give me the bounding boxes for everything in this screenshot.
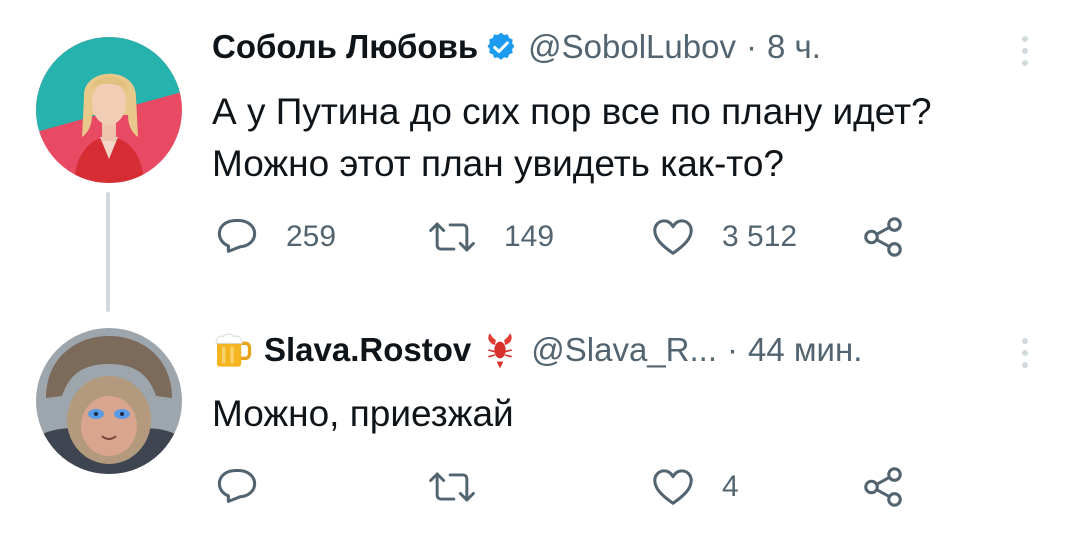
- share-icon: [864, 467, 902, 507]
- avatar-slava[interactable]: [36, 328, 182, 474]
- display-name[interactable]: Соболь Любовь: [212, 28, 478, 66]
- share-icon: [864, 217, 902, 257]
- more-options-icon[interactable]: [1022, 338, 1030, 374]
- tweet-text: А у Путина до сих пор все по плану идет?…: [212, 86, 1032, 190]
- retweet-count: 149: [504, 220, 555, 253]
- avatar-monkey-image: [36, 328, 182, 474]
- retweet-icon: [429, 472, 475, 502]
- separator-dot: ·: [727, 331, 738, 368]
- like-button[interactable]: 3 512: [650, 214, 797, 260]
- action-bar: 4: [0, 464, 1080, 512]
- user-handle[interactable]: @SobolLubov: [528, 28, 736, 66]
- action-bar: 259 149 3 512: [0, 214, 1080, 262]
- display-name[interactable]: Slava.Rostov: [264, 331, 471, 369]
- reply-button[interactable]: [214, 464, 286, 510]
- reply-icon: [217, 468, 257, 503]
- like-button[interactable]: 4: [650, 464, 739, 510]
- tweet-text-line: А у Путина до сих пор все по плану идет?: [212, 91, 932, 132]
- reply-button[interactable]: 259: [214, 214, 336, 260]
- more-options-icon[interactable]: [1022, 36, 1030, 72]
- tweet-original: Соболь Любовь @SobolLubov · 8 ч. А у Пут…: [0, 0, 1080, 312]
- share-button[interactable]: [860, 214, 906, 260]
- beer-mug-icon: [212, 330, 252, 370]
- reply-count: 259: [286, 220, 337, 253]
- heart-icon: [653, 219, 693, 255]
- user-handle[interactable]: @Slava_R...: [531, 331, 717, 369]
- tweet-header: Соболь Любовь @SobolLubov · 8 ч.: [212, 28, 821, 66]
- retweet-button[interactable]: [426, 464, 504, 510]
- heart-icon: [653, 469, 693, 505]
- avatar-portrait-image: [36, 37, 182, 183]
- retweet-button[interactable]: 149: [426, 214, 554, 260]
- tweet-reply: Slava.Rostov @Slava_R... · 44 мин. Можно…: [0, 300, 1080, 541]
- timestamp[interactable]: 44 мин.: [748, 331, 862, 369]
- verified-badge-icon: [486, 32, 516, 62]
- retweet-icon: [429, 222, 475, 252]
- lobster-icon: [483, 330, 517, 370]
- avatar-sobol[interactable]: [36, 37, 182, 183]
- reply-icon: [217, 218, 257, 253]
- tweet-text-line: Можно этот план увидеть как-то?: [212, 143, 784, 184]
- like-count: 3 512: [722, 220, 798, 253]
- separator-dot: ·: [745, 28, 757, 65]
- tweet-text: Можно, приезжай: [212, 388, 1032, 440]
- like-count: 4: [722, 470, 739, 503]
- share-button[interactable]: [860, 464, 906, 510]
- timestamp[interactable]: 8 ч.: [767, 28, 821, 66]
- tweet-text-line: Можно, приезжай: [212, 393, 514, 434]
- tweet-header: Slava.Rostov @Slava_R... · 44 мин.: [212, 330, 862, 370]
